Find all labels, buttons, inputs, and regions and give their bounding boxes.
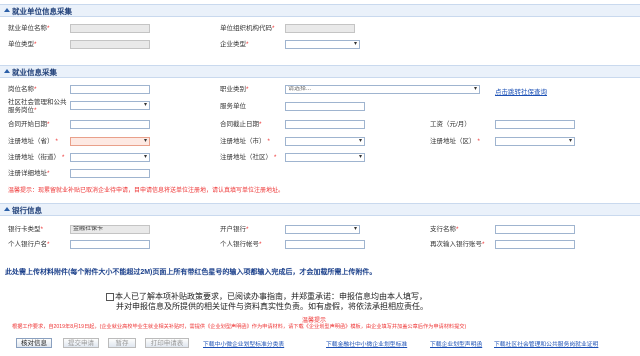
section-employer-header: 就业单位信息采集 bbox=[0, 4, 640, 17]
open-bank-select[interactable] bbox=[285, 225, 360, 234]
enterprise-type-select[interactable] bbox=[285, 40, 360, 49]
detail-address-input[interactable] bbox=[70, 169, 150, 178]
card-no-input[interactable] bbox=[285, 240, 365, 249]
street-select[interactable] bbox=[70, 153, 150, 162]
pledge-line-2: 并对申报信息及所提供的相关证件与资料真实性负责。如有虚假，将依法承担相应责任。 bbox=[116, 302, 428, 311]
insurance-query-link[interactable]: 点击跳转社保查询 bbox=[495, 86, 547, 96]
contract-end-label: 合同截止日期* bbox=[220, 121, 262, 128]
community-select[interactable] bbox=[285, 153, 365, 162]
contract-start-input[interactable] bbox=[70, 120, 150, 129]
contract-end-input[interactable] bbox=[285, 120, 365, 129]
collapse-triangle-icon[interactable] bbox=[4, 69, 10, 73]
section-title: 银行信息 bbox=[12, 206, 42, 215]
card-no-confirm-input[interactable] bbox=[495, 240, 575, 249]
branch-label: 支行名称* bbox=[430, 226, 459, 233]
category-select[interactable]: 请选择... bbox=[285, 85, 480, 94]
attachment-notice: 此处需上传材料附件(每个附件大小不能超过2M)页面上所有带红色星号的输入项都输入… bbox=[5, 269, 377, 276]
pledge-checkbox[interactable] bbox=[106, 292, 114, 301]
download-community-proof-link[interactable]: 下载社区社会管理和公共服务岗就业证明 bbox=[494, 339, 598, 348]
save-button[interactable]: 暂存 bbox=[108, 338, 136, 348]
download-sme-letter-link[interactable]: 下载企业划型声明函 bbox=[430, 339, 482, 348]
salary-input[interactable] bbox=[495, 120, 575, 129]
salary-label: 工资（元/月） bbox=[430, 121, 471, 128]
city-select[interactable] bbox=[285, 137, 365, 146]
open-bank-label: 开户银行* bbox=[220, 226, 249, 233]
district-select[interactable] bbox=[495, 137, 575, 146]
unit-type-label: 单位类型* bbox=[8, 41, 37, 48]
tips-text: 根据工作要求，自2019年8月19日起，(企业就业高校毕业生就业相关补贴时，需提… bbox=[12, 324, 467, 330]
service-unit-label: 服务单位 bbox=[220, 103, 246, 110]
account-name-input[interactable] bbox=[70, 240, 150, 249]
org-code-label: 单位组织机构代码* bbox=[220, 25, 275, 32]
unit-type-field[interactable] bbox=[70, 40, 150, 49]
category-placeholder: 请选择... bbox=[288, 86, 312, 92]
contract-start-label: 合同开始日期* bbox=[8, 121, 50, 128]
verify-button[interactable]: 核对信息 bbox=[16, 338, 52, 348]
community-post-select[interactable] bbox=[70, 101, 150, 110]
account-name-label: 个人银行户名* bbox=[8, 241, 50, 248]
org-code-field[interactable] bbox=[285, 24, 355, 33]
service-unit-input[interactable] bbox=[285, 102, 365, 111]
province-select[interactable] bbox=[70, 137, 150, 146]
city-label: 注册地址（市） * bbox=[220, 138, 270, 145]
section-job-header: 就业信息采集 bbox=[0, 65, 640, 78]
district-label: 注册地址（区） * bbox=[430, 138, 480, 145]
card-type-field[interactable]: 金融社保卡 bbox=[70, 225, 150, 234]
collapse-triangle-icon[interactable] bbox=[4, 8, 10, 12]
province-label: 注册地址（省） * bbox=[8, 138, 58, 145]
submit-button[interactable]: 提交申请 bbox=[63, 338, 99, 348]
position-input[interactable] bbox=[70, 85, 150, 94]
category-label: 职业类别* bbox=[220, 86, 249, 93]
employer-name-label: 就业单位名称* bbox=[8, 25, 50, 32]
collapse-triangle-icon[interactable] bbox=[4, 207, 10, 211]
street-label: 注册地址（街道） * bbox=[8, 154, 65, 161]
pledge-line-1: 本人已了解本项补贴政策要求，已阅读办事指南，并郑重承诺：申报信息均由本人填写， bbox=[115, 292, 427, 301]
section-bank-header: 银行信息 bbox=[0, 203, 640, 216]
card-no-confirm-label: 再次输入银行账号* bbox=[430, 241, 485, 248]
download-sme-declaration-link[interactable]: 下载金融社中小微企业划型标准 bbox=[326, 339, 407, 348]
print-button[interactable]: 打印申请表 bbox=[145, 338, 189, 348]
section-title: 就业单位信息采集 bbox=[12, 7, 72, 16]
card-type-label: 银行卡类型* bbox=[8, 226, 44, 233]
position-label: 岗位名称* bbox=[8, 86, 37, 93]
employer-name-field[interactable] bbox=[70, 24, 150, 33]
address-warning: 温馨提示：现累留就业补贴已取消企业待申请，目申请信息将送单位注册地，请认真填写单… bbox=[8, 188, 285, 194]
branch-input[interactable] bbox=[495, 225, 575, 234]
download-sme-standard-link[interactable]: 下载中小微企业划型标准分类表 bbox=[203, 339, 284, 348]
section-title: 就业信息采集 bbox=[12, 68, 57, 77]
card-type-value: 金融社保卡 bbox=[73, 226, 104, 232]
card-no-label: 个人银行帐号* bbox=[220, 241, 262, 248]
community-label: 注册地址（社区） * bbox=[220, 154, 277, 161]
enterprise-type-label: 企业类型* bbox=[220, 41, 249, 48]
community-post-label: 社区社会管理和公共 服务岗位* bbox=[8, 99, 67, 114]
pledge-text: 本人已了解本项补贴政策要求，已阅读办事指南，并郑重承诺：申报信息均由本人填写， … bbox=[106, 292, 428, 312]
detail-address-label: 注册详细地址* bbox=[8, 170, 50, 177]
